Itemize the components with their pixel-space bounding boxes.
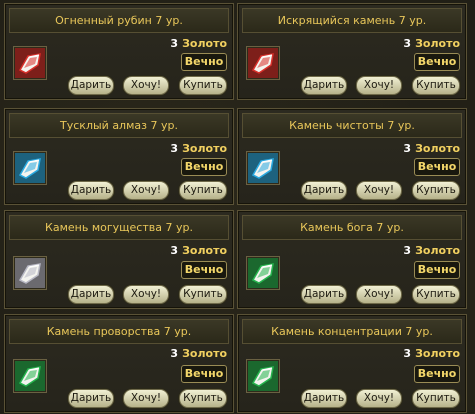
- item-title: Камень могущества 7 ур.: [9, 215, 229, 240]
- shop-item-card: Искрящийся камень 7 ур. 3 Золото Вечно Да…: [237, 3, 467, 100]
- price-amount: 3: [170, 142, 179, 155]
- shop-item-card: Камень концентрации 7 ур. 3 Золото Вечно …: [237, 314, 467, 413]
- item-price: 3 Золото: [403, 244, 460, 257]
- item-title: Камень проворства 7 ур.: [9, 319, 229, 344]
- concentration-gem-icon[interactable]: [246, 359, 280, 393]
- buy-button[interactable]: Купить: [412, 76, 460, 95]
- gift-button[interactable]: Дарить: [301, 76, 347, 95]
- want-button[interactable]: Хочу!: [356, 181, 402, 200]
- buy-button[interactable]: Купить: [412, 285, 460, 304]
- buy-button[interactable]: Купить: [412, 389, 460, 408]
- item-title: Огненный рубин 7 ур.: [9, 8, 229, 33]
- shop-item-card: Камень могущества 7 ур. 3 Золото Вечно Да…: [4, 210, 234, 309]
- item-price: 3 Золото: [170, 142, 227, 155]
- price-amount: 3: [170, 244, 179, 257]
- item-price: 3 Золото: [170, 37, 227, 50]
- shop-item-card: Тусклый алмаз 7 ур. 3 Золото Вечно Дарить…: [4, 108, 234, 205]
- price-currency: Золото: [182, 142, 227, 155]
- duration-badge: Вечно: [414, 365, 460, 383]
- price-currency: Золото: [182, 244, 227, 257]
- want-button[interactable]: Хочу!: [356, 389, 402, 408]
- might-gem-icon[interactable]: [13, 256, 47, 290]
- duration-badge: Вечно: [181, 53, 227, 71]
- item-title: Камень чистоты 7 ур.: [242, 113, 462, 138]
- item-title: Искрящийся камень 7 ур.: [242, 8, 462, 33]
- gift-button[interactable]: Дарить: [68, 389, 114, 408]
- item-price: 3 Золото: [170, 347, 227, 360]
- shop-item-card: Камень чистоты 7 ур. 3 Золото Вечно Дарит…: [237, 108, 467, 205]
- agility-gem-icon[interactable]: [13, 359, 47, 393]
- shop-item-card: Огненный рубин 7 ур. 3 Золото Вечно Дарит…: [4, 3, 234, 100]
- price-amount: 3: [403, 37, 412, 50]
- price-currency: Золото: [415, 244, 460, 257]
- gift-button[interactable]: Дарить: [68, 285, 114, 304]
- price-amount: 3: [403, 244, 412, 257]
- duration-badge: Вечно: [414, 158, 460, 176]
- duration-badge: Вечно: [181, 261, 227, 279]
- price-currency: Золото: [415, 347, 460, 360]
- want-button[interactable]: Хочу!: [123, 285, 169, 304]
- duration-badge: Вечно: [181, 365, 227, 383]
- buy-button[interactable]: Купить: [412, 181, 460, 200]
- item-price: 3 Золото: [403, 347, 460, 360]
- item-title: Камень концентрации 7 ур.: [242, 319, 462, 344]
- want-button[interactable]: Хочу!: [123, 76, 169, 95]
- gift-button[interactable]: Дарить: [301, 181, 347, 200]
- want-button[interactable]: Хочу!: [123, 181, 169, 200]
- duration-badge: Вечно: [414, 261, 460, 279]
- gift-button[interactable]: Дарить: [68, 76, 114, 95]
- sparkling-gem-icon[interactable]: [246, 46, 280, 80]
- god-gem-icon[interactable]: [246, 256, 280, 290]
- buy-button[interactable]: Купить: [179, 285, 227, 304]
- price-amount: 3: [170, 37, 179, 50]
- gift-button[interactable]: Дарить: [301, 285, 347, 304]
- price-currency: Золото: [415, 142, 460, 155]
- item-price: 3 Золото: [170, 244, 227, 257]
- price-currency: Золото: [182, 37, 227, 50]
- gift-button[interactable]: Дарить: [68, 181, 114, 200]
- shop-item-card: Камень бога 7 ур. 3 Золото Вечно Дарить Х…: [237, 210, 467, 309]
- price-amount: 3: [170, 347, 179, 360]
- item-price: 3 Золото: [403, 37, 460, 50]
- duration-badge: Вечно: [181, 158, 227, 176]
- diamond-gem-icon[interactable]: [13, 151, 47, 185]
- item-title: Тусклый алмаз 7 ур.: [9, 113, 229, 138]
- price-currency: Золото: [182, 347, 227, 360]
- price-amount: 3: [403, 347, 412, 360]
- buy-button[interactable]: Купить: [179, 389, 227, 408]
- buy-button[interactable]: Купить: [179, 76, 227, 95]
- item-price: 3 Золото: [403, 142, 460, 155]
- want-button[interactable]: Хочу!: [123, 389, 169, 408]
- shop-item-card: Камень проворства 7 ур. 3 Золото Вечно Да…: [4, 314, 234, 413]
- duration-badge: Вечно: [414, 53, 460, 71]
- want-button[interactable]: Хочу!: [356, 76, 402, 95]
- ruby-gem-icon[interactable]: [13, 46, 47, 80]
- purity-gem-icon[interactable]: [246, 151, 280, 185]
- want-button[interactable]: Хочу!: [356, 285, 402, 304]
- price-currency: Золото: [415, 37, 460, 50]
- item-title: Камень бога 7 ур.: [242, 215, 462, 240]
- buy-button[interactable]: Купить: [179, 181, 227, 200]
- price-amount: 3: [403, 142, 412, 155]
- gift-button[interactable]: Дарить: [301, 389, 347, 408]
